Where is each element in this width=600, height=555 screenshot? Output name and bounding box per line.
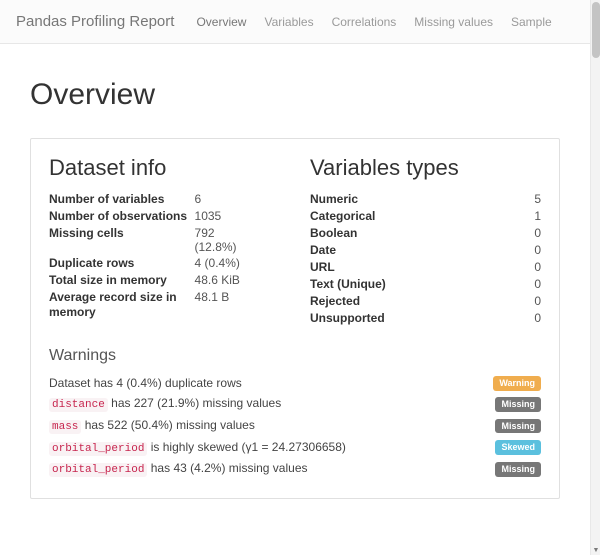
dataset-info-table: Number of variables6 Number of observati…: [49, 191, 280, 321]
nav-links: Overview Variables Correlations Missing …: [196, 15, 551, 29]
scroll-down-icon[interactable]: ▼: [591, 545, 600, 555]
status-badge: Missing: [495, 397, 541, 412]
nav-link-missing-values[interactable]: Missing values: [414, 15, 493, 29]
table-row: Numeric5: [310, 191, 541, 208]
warning-row: Dataset has 4 (0.4%) duplicate rowsWarni…: [49, 373, 541, 393]
table-row: Categorical1: [310, 208, 541, 225]
dataset-info-block: Dataset info Number of variables6 Number…: [49, 155, 280, 327]
table-row: Number of observations1035: [49, 208, 280, 225]
nav-link-variables[interactable]: Variables: [264, 15, 313, 29]
variable-code: orbital_period: [49, 442, 147, 456]
table-row: Date0: [310, 242, 541, 259]
variable-code: distance: [49, 398, 108, 412]
table-row: Rejected0: [310, 293, 541, 310]
variable-types-block: Variables types Numeric5 Categorical1 Bo…: [310, 155, 541, 327]
nav-link-overview[interactable]: Overview: [196, 15, 246, 29]
warning-row: orbital_period is highly skewed (γ1 = 24…: [49, 437, 541, 459]
table-row: Total size in memory48.6 KiB: [49, 272, 280, 289]
table-row: Average record size in memory48.1 B: [49, 289, 280, 321]
warning-text: orbital_period is highly skewed (γ1 = 24…: [49, 437, 495, 459]
variable-types-table: Numeric5 Categorical1 Boolean0 Date0 URL…: [310, 191, 541, 327]
table-row: Boolean0: [310, 225, 541, 242]
variable-code: orbital_period: [49, 463, 147, 477]
status-badge: Skewed: [495, 440, 541, 455]
table-row: URL0: [310, 259, 541, 276]
top-navbar: Pandas Profiling Report Overview Variabl…: [0, 0, 590, 44]
warning-row: distance has 227 (21.9%) missing valuesM…: [49, 393, 541, 415]
table-row: Duplicate rows4 (0.4%): [49, 255, 280, 272]
warning-text: orbital_period has 43 (4.2%) missing val…: [49, 458, 495, 480]
nav-link-sample[interactable]: Sample: [511, 15, 552, 29]
warning-row: orbital_period has 43 (4.2%) missing val…: [49, 458, 541, 480]
table-row: Number of variables6: [49, 191, 280, 208]
status-badge: Missing: [495, 462, 541, 477]
table-row: Text (Unique)0: [310, 276, 541, 293]
table-row: Missing cells792(12.8%): [49, 225, 280, 255]
warning-text: distance has 227 (21.9%) missing values: [49, 393, 495, 415]
overview-panel: Dataset info Number of variables6 Number…: [30, 138, 560, 499]
warning-text: Dataset has 4 (0.4%) duplicate rows: [49, 373, 493, 393]
warning-text: mass has 522 (50.4%) missing values: [49, 415, 495, 437]
status-badge: Missing: [495, 419, 541, 434]
warnings-list: Dataset has 4 (0.4%) duplicate rowsWarni…: [49, 373, 541, 480]
warning-row: mass has 522 (50.4%) missing valuesMissi…: [49, 415, 541, 437]
status-badge: Warning: [493, 376, 541, 391]
table-row: Unsupported0: [310, 310, 541, 327]
dataset-info-title: Dataset info: [49, 155, 280, 181]
page-title: Overview: [30, 78, 560, 112]
variable-types-title: Variables types: [310, 155, 541, 181]
nav-link-correlations[interactable]: Correlations: [332, 15, 397, 29]
vertical-scrollbar[interactable]: ▲ ▼: [590, 0, 600, 555]
scrollbar-thumb[interactable]: [592, 2, 600, 58]
page-body: Overview Dataset info Number of variable…: [0, 44, 590, 539]
brand-title: Pandas Profiling Report: [16, 13, 174, 30]
report-viewport: Pandas Profiling Report Overview Variabl…: [0, 0, 590, 555]
variable-code: mass: [49, 420, 81, 434]
warnings-title: Warnings: [49, 347, 541, 365]
